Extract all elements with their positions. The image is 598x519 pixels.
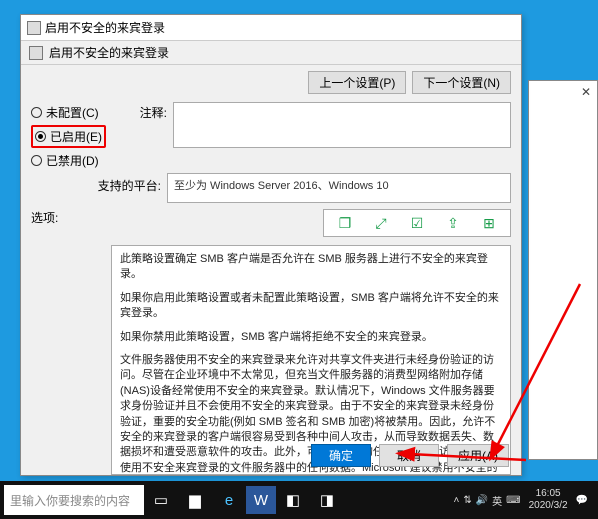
clock-time: 16:05 bbox=[529, 488, 568, 500]
ok-button[interactable]: 确定 bbox=[311, 444, 371, 467]
radio-icon bbox=[31, 107, 42, 118]
search-placeholder: 里输入你要搜索的内容 bbox=[10, 492, 130, 509]
icon-tray: ❐ ⤢ ☑ ⇪ ⊞ bbox=[323, 209, 511, 237]
radio-disabled[interactable]: 已禁用(D) bbox=[31, 152, 106, 169]
help-p3: 如果你禁用此策略设置，SMB 客户端将拒绝不安全的来宾登录。 bbox=[120, 330, 502, 345]
next-setting-button[interactable]: 下一个设置(N) bbox=[412, 71, 511, 94]
help-p1: 此策略设置确定 SMB 客户端是否允许在 SMB 服务器上进行不安全的来宾登录。 bbox=[120, 252, 502, 283]
taskbar-clock[interactable]: 16:05 2020/3/2 bbox=[525, 488, 572, 512]
system-tray: ˄ ⇅ 🔊 英 ⌨ 16:05 2020/3/2 💬 bbox=[453, 488, 594, 512]
copy-icon[interactable]: ❐ bbox=[336, 214, 354, 232]
check-icon[interactable]: ☑ bbox=[408, 214, 426, 232]
radio-label: 未配置(C) bbox=[46, 104, 99, 121]
comment-input[interactable] bbox=[173, 102, 511, 148]
radio-icon bbox=[35, 131, 46, 142]
app-icon-2[interactable]: ◨ bbox=[310, 484, 344, 516]
apply-button[interactable]: 应用(A) bbox=[447, 444, 509, 467]
clock-date: 2020/3/2 bbox=[529, 500, 568, 512]
dialog-buttons: 确定 取消 应用(A) bbox=[311, 444, 509, 467]
app-icon bbox=[27, 21, 41, 35]
options-label: 选项: bbox=[31, 209, 106, 237]
radio-label: 已启用(E) bbox=[50, 128, 102, 145]
cancel-button[interactable]: 取消 bbox=[379, 444, 439, 467]
word-icon[interactable]: W bbox=[246, 486, 276, 514]
edge-icon[interactable]: e bbox=[212, 484, 246, 516]
notification-icon[interactable]: 💬 bbox=[576, 495, 588, 506]
apps-icon[interactable]: ⊞ bbox=[480, 214, 498, 232]
section-title: 启用不安全的来宾登录 bbox=[49, 44, 169, 61]
radio-icon bbox=[31, 155, 42, 166]
tray-network-icon[interactable]: ⇅ bbox=[463, 495, 471, 506]
platform-text: 至少为 Windows Server 2016、Windows 10 bbox=[167, 173, 511, 203]
section-header: 启用不安全的来宾登录 bbox=[21, 41, 521, 65]
radio-not-configured[interactable]: 未配置(C) bbox=[31, 104, 106, 121]
state-radio-group: 未配置(C) 已启用(E) 已禁用(D) bbox=[31, 102, 106, 169]
tray-volume-icon[interactable]: 🔊 bbox=[476, 495, 488, 506]
help-text: 此策略设置确定 SMB 客户端是否允许在 SMB 服务器上进行不安全的来宾登录。… bbox=[111, 245, 511, 475]
titlebar: 启用不安全的来宾登录 bbox=[21, 15, 521, 41]
close-icon[interactable]: ✕ bbox=[581, 85, 591, 99]
expand-icon[interactable]: ⤢ bbox=[372, 214, 390, 232]
tray-ime[interactable]: 英 bbox=[492, 493, 502, 508]
taskbar: 里输入你要搜索的内容 ▭ ▆ e W ◧ ◨ ˄ ⇅ 🔊 英 ⌨ 16:05 2… bbox=[0, 481, 598, 519]
taskbar-search[interactable]: 里输入你要搜索的内容 bbox=[4, 485, 144, 515]
share-icon[interactable]: ⇪ bbox=[444, 214, 462, 232]
tray-keyboard-icon[interactable]: ⌨ bbox=[506, 495, 520, 506]
window-title: 启用不安全的来宾登录 bbox=[45, 19, 165, 36]
task-view-icon[interactable]: ▭ bbox=[144, 484, 178, 516]
comment-label: 注释: bbox=[112, 102, 167, 169]
radio-enabled[interactable]: 已启用(E) bbox=[31, 125, 106, 148]
section-icon bbox=[29, 46, 43, 60]
radio-label: 已禁用(D) bbox=[46, 152, 99, 169]
background-window: ✕ bbox=[528, 80, 598, 460]
policy-dialog: 启用不安全的来宾登录 启用不安全的来宾登录 上一个设置(P) 下一个设置(N) … bbox=[20, 14, 522, 476]
tray-up-icon[interactable]: ˄ bbox=[453, 495, 459, 506]
platform-label: 支持的平台: bbox=[31, 173, 161, 194]
help-p2: 如果你启用此策略设置或者未配置此策略设置，SMB 客户端将允许不安全的来宾登录。 bbox=[120, 291, 502, 322]
prev-setting-button[interactable]: 上一个设置(P) bbox=[308, 71, 406, 94]
app-icon-1[interactable]: ◧ bbox=[276, 484, 310, 516]
folder-icon[interactable]: ▆ bbox=[178, 484, 212, 516]
